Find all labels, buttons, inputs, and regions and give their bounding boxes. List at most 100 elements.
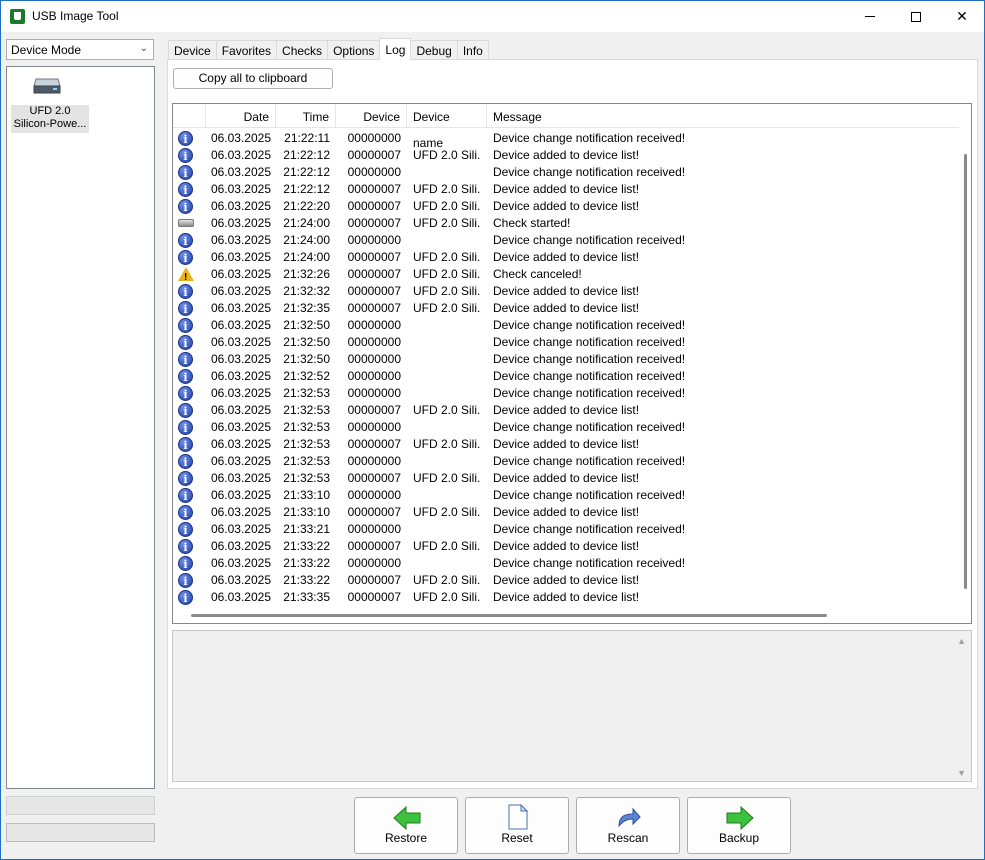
- log-message: Device added to device list!: [493, 437, 640, 451]
- backup-button[interactable]: Backup: [687, 797, 791, 854]
- minimize-button[interactable]: [847, 1, 893, 32]
- maximize-button[interactable]: [893, 1, 939, 32]
- log-row[interactable]: 06.03.2025 21:32:52 00000000 Device change …: [173, 368, 959, 385]
- log-device: 00000000: [347, 522, 401, 536]
- info-icon: [178, 148, 193, 164]
- log-date: 06.03.2025: [210, 250, 271, 264]
- log-row[interactable]: 06.03.2025 21:33:10 00000007 UFD 2.0 Sili..…: [173, 504, 959, 521]
- log-row[interactable]: 06.03.2025 21:32:50 00000000 Device change …: [173, 317, 959, 334]
- log-row[interactable]: 06.03.2025 21:33:21 00000000 Device change …: [173, 521, 959, 538]
- log-time: 21:22:20: [283, 199, 330, 213]
- restore-label: Restore: [384, 831, 428, 845]
- close-icon: ✕: [956, 8, 968, 24]
- log-row[interactable]: 06.03.2025 21:24:00 00000007 UFD 2.0 Sili..…: [173, 215, 959, 232]
- column-header-icon[interactable]: [173, 104, 206, 128]
- backup-label: Backup: [718, 831, 760, 845]
- column-header-device[interactable]: Device: [336, 104, 407, 128]
- vertical-scroll-thumb[interactable]: [964, 154, 967, 589]
- log-device: 00000007: [347, 267, 401, 281]
- log-time: 21:32:26: [283, 267, 330, 281]
- log-message: Device added to device list!: [493, 539, 640, 553]
- close-button[interactable]: ✕: [939, 1, 985, 32]
- device-name-line1: UFD 2.0: [29, 105, 71, 117]
- log-row[interactable]: 06.03.2025 21:22:12 00000007 UFD 2.0 Sili..…: [173, 147, 959, 164]
- log-row[interactable]: 06.03.2025 21:32:50 00000000 Device change …: [173, 351, 959, 368]
- tab-debug[interactable]: Debug: [410, 40, 458, 60]
- log-message: Device added to device list!: [493, 199, 640, 213]
- log-row[interactable]: 06.03.2025 21:22:11 00000000 Device change …: [173, 130, 959, 147]
- log-date: 06.03.2025: [210, 301, 271, 315]
- log-row[interactable]: 06.03.2025 21:32:53 00000007 UFD 2.0 Sili..…: [173, 470, 959, 487]
- log-row[interactable]: 06.03.2025 21:22:20 00000007 UFD 2.0 Sili..…: [173, 198, 959, 215]
- column-header-message[interactable]: Message: [487, 104, 959, 128]
- device-list[interactable]: UFD 2.0 Silicon-Powe...: [6, 66, 155, 789]
- reset-button[interactable]: Reset: [465, 797, 569, 854]
- tab-info[interactable]: Info: [456, 40, 489, 60]
- log-row[interactable]: 06.03.2025 21:32:53 00000000 Device change …: [173, 385, 959, 402]
- log-row[interactable]: 06.03.2025 21:32:50 00000000 Device change …: [173, 334, 959, 351]
- tab-log[interactable]: Log: [379, 38, 412, 60]
- log-row[interactable]: 06.03.2025 21:32:53 00000007 UFD 2.0 Sili..…: [173, 402, 959, 419]
- log-row-icon-cell: [178, 521, 194, 538]
- tab-favorites[interactable]: Favorites: [215, 40, 278, 60]
- log-row[interactable]: 06.03.2025 21:32:53 00000000 Device change …: [173, 419, 959, 436]
- title-bar[interactable]: USB Image Tool ✕: [1, 1, 984, 32]
- column-header-time[interactable]: Time: [276, 104, 336, 128]
- rescan-button[interactable]: Rescan: [576, 797, 680, 854]
- log-message: Device change notification received!: [493, 233, 686, 247]
- log-device: 00000007: [347, 539, 401, 553]
- log-row[interactable]: 06.03.2025 21:32:32 00000007 UFD 2.0 Sili..…: [173, 283, 959, 300]
- log-row[interactable]: 06.03.2025 21:24:00 00000000 Device change …: [173, 232, 959, 249]
- info-icon: [178, 403, 193, 419]
- info-icon: [178, 590, 193, 606]
- info-icon: [178, 182, 193, 198]
- device-item-ufd[interactable]: UFD 2.0 Silicon-Powe...: [11, 105, 89, 133]
- log-table[interactable]: Date Time Device Device name Message 06.…: [172, 103, 972, 624]
- document-icon: [508, 804, 529, 830]
- restore-button[interactable]: Restore: [354, 797, 458, 854]
- log-row-icon-cell: [178, 385, 194, 402]
- log-message: Device added to device list!: [493, 284, 640, 298]
- log-row[interactable]: 06.03.2025 21:32:35 00000007 UFD 2.0 Sili..…: [173, 300, 959, 317]
- log-row[interactable]: 06.03.2025 21:32:53 00000007 UFD 2.0 Sili..…: [173, 436, 959, 453]
- copy-to-clipboard-button[interactable]: Copy all to clipboard: [173, 68, 333, 89]
- mode-select[interactable]: Device Mode ⌄: [6, 39, 154, 60]
- log-row[interactable]: 06.03.2025 21:24:00 00000007 UFD 2.0 Sili..…: [173, 249, 959, 266]
- column-header-date[interactable]: Date: [206, 104, 276, 128]
- scroll-up-icon[interactable]: ▲: [957, 636, 966, 646]
- log-time: 21:33:22: [283, 539, 330, 553]
- log-device: 00000007: [347, 250, 401, 264]
- log-row[interactable]: 06.03.2025 21:33:22 00000007 UFD 2.0 Sili..…: [173, 538, 959, 555]
- log-device: 00000000: [347, 556, 401, 570]
- log-message: Device added to device list!: [493, 505, 640, 519]
- vertical-scrollbar[interactable]: [960, 104, 971, 623]
- log-detail-box[interactable]: ▲ ▼: [172, 630, 972, 782]
- tab-checks[interactable]: Checks: [276, 40, 329, 60]
- scroll-down-icon[interactable]: ▼: [957, 768, 966, 778]
- horizontal-scroll-thumb[interactable]: [191, 614, 827, 617]
- log-device: 00000000: [347, 386, 401, 400]
- log-row[interactable]: 06.03.2025 21:33:22 00000007 UFD 2.0 Sili..…: [173, 572, 959, 589]
- log-row-icon-cell: [178, 589, 194, 606]
- log-row[interactable]: 06.03.2025 21:32:26 00000007 UFD 2.0 Sili..…: [173, 266, 959, 283]
- tab-device[interactable]: Device: [168, 40, 217, 60]
- log-row-icon-cell: [178, 334, 194, 351]
- log-row[interactable]: 06.03.2025 21:32:53 00000000 Device change …: [173, 453, 959, 470]
- horizontal-scrollbar[interactable]: [173, 609, 960, 623]
- log-row[interactable]: 06.03.2025 21:22:12 00000000 Device change …: [173, 164, 959, 181]
- log-row[interactable]: 06.03.2025 21:22:12 00000007 UFD 2.0 Sili..…: [173, 181, 959, 198]
- log-row[interactable]: 06.03.2025 21:33:35 00000007 UFD 2.0 Sili..…: [173, 589, 959, 606]
- info-icon: [178, 437, 193, 453]
- rescan-label: Rescan: [607, 831, 649, 845]
- log-message: Device change notification received!: [493, 369, 686, 383]
- log-date: 06.03.2025: [210, 488, 271, 502]
- tab-strip: Device Favorites Checks Options Log Debu…: [168, 38, 489, 60]
- column-header-device-name[interactable]: Device name: [407, 104, 487, 150]
- log-device: 00000007: [347, 148, 401, 162]
- minimize-icon: [865, 16, 875, 17]
- log-row[interactable]: 06.03.2025 21:33:22 00000000 Device change …: [173, 555, 959, 572]
- log-date: 06.03.2025: [210, 148, 271, 162]
- log-row[interactable]: 06.03.2025 21:33:10 00000000 Device change …: [173, 487, 959, 504]
- log-device: 00000000: [347, 352, 401, 366]
- tab-options[interactable]: Options: [327, 40, 381, 60]
